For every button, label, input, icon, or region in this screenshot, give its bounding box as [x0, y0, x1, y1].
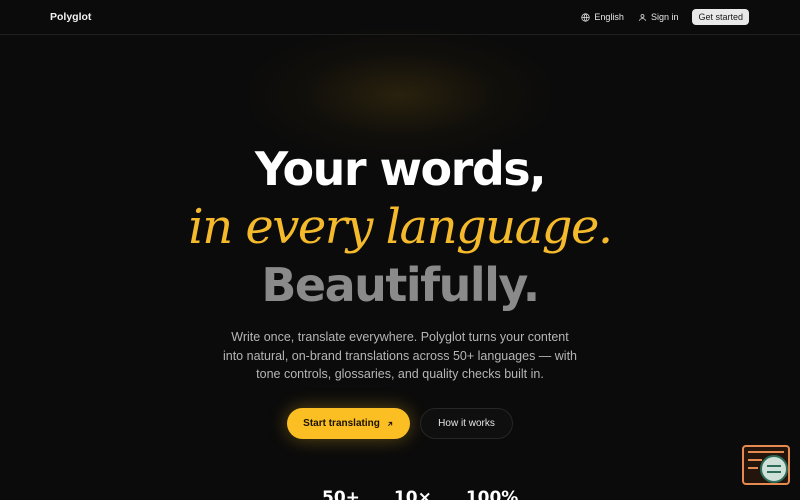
language-selector[interactable]: English — [581, 9, 624, 25]
arrow-up-right-icon — [387, 421, 393, 426]
user-icon — [639, 13, 646, 21]
stats-row: 50+ 10× 100% — [322, 488, 518, 500]
hero-subtitle: Write once, translate everywhere. Polygl… — [222, 330, 578, 381]
language-label: English — [594, 12, 624, 22]
get-started-button[interactable]: Get started — [692, 9, 749, 25]
widget-line — [748, 459, 762, 461]
hero-headline: Your words, in every language. Beautiful… — [0, 140, 800, 314]
headline-line-1: Your words, — [254, 142, 547, 196]
lens-line — [767, 465, 781, 467]
globe-icon — [581, 12, 591, 22]
widget-bar — [748, 451, 784, 453]
stat-value: 50+ — [322, 488, 360, 500]
stat-value: 10× — [393, 488, 432, 500]
start-translating-button[interactable]: Start translating — [287, 408, 410, 439]
widget-line — [748, 467, 758, 469]
headline-line-2: in every language. — [188, 199, 613, 255]
magnifier-icon[interactable] — [760, 455, 788, 483]
how-it-works-button[interactable]: How it works — [420, 408, 513, 439]
signin-label: Sign in — [650, 12, 679, 22]
lens-line — [767, 471, 781, 473]
signin-link[interactable]: Sign in — [638, 9, 679, 25]
nav-actions: English Sign in Get started — [581, 9, 749, 25]
stat-value: 100% — [465, 488, 519, 500]
brand-logo[interactable]: Polyglot — [50, 11, 91, 23]
hero-cta-group: Start translating How it works — [287, 408, 513, 439]
start-translating-label: Start translating — [303, 418, 380, 429]
headline-line-3: Beautifully. — [261, 258, 540, 312]
top-nav: Polyglot English Sign in Get started — [0, 0, 800, 35]
